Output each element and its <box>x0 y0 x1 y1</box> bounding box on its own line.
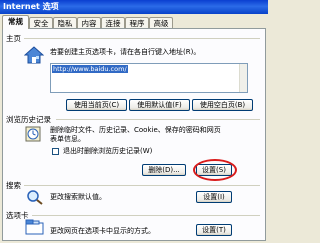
history-settings-button[interactable]: 设置(S) <box>196 164 232 176</box>
tabs-icon <box>25 219 45 237</box>
use-current-button[interactable]: 使用当前页(C) <box>66 99 127 111</box>
homepage-section-label: 主页 <box>6 34 21 43</box>
search-icon <box>26 189 44 207</box>
homepage-divider <box>24 38 260 39</box>
window-title: Internet 选项 <box>3 2 59 11</box>
history-icon <box>24 125 44 145</box>
search-settings-button[interactable]: 设置(I) <box>196 191 232 203</box>
search-divider <box>24 185 260 186</box>
homepage-url-text: http://www.baidu.com/ <box>52 65 128 73</box>
history-section-label: 浏览历史记录 <box>6 115 51 124</box>
search-section-label: 搜索 <box>6 181 21 190</box>
homepage-description: 若要创建主页选项卡，请在各自行键入地址(R)。 <box>50 48 201 56</box>
use-default-button[interactable]: 使用默认值(F) <box>129 99 190 111</box>
history-description-line2: 表单信息。 <box>50 135 85 143</box>
home-icon <box>23 46 45 66</box>
search-description: 更改搜索默认值。 <box>50 193 106 201</box>
tab-general[interactable]: 常规 <box>2 15 29 29</box>
history-description-line1: 删除临时文件、历史记录、Cookie、保存的密码和网页 <box>50 126 221 134</box>
history-divider <box>56 119 260 120</box>
tabs-settings-button[interactable]: 设置(T) <box>196 224 232 236</box>
tabs-divider <box>32 215 260 216</box>
delete-on-exit-checkbox[interactable] <box>52 148 59 155</box>
homepage-url-field[interactable]: http://www.baidu.com/ <box>50 63 248 93</box>
delete-history-button[interactable]: 删除(D)... <box>142 164 186 176</box>
window-titlebar: Internet 选项 <box>0 0 268 14</box>
url-field-scrollbar[interactable] <box>239 64 247 92</box>
tabs-description: 更改网页在选项卡中显示的方式。 <box>50 227 155 235</box>
delete-on-exit-label: 退出时删除浏览历史记录(W) <box>63 147 153 155</box>
use-blank-button[interactable]: 使用空白页(B) <box>192 99 253 111</box>
